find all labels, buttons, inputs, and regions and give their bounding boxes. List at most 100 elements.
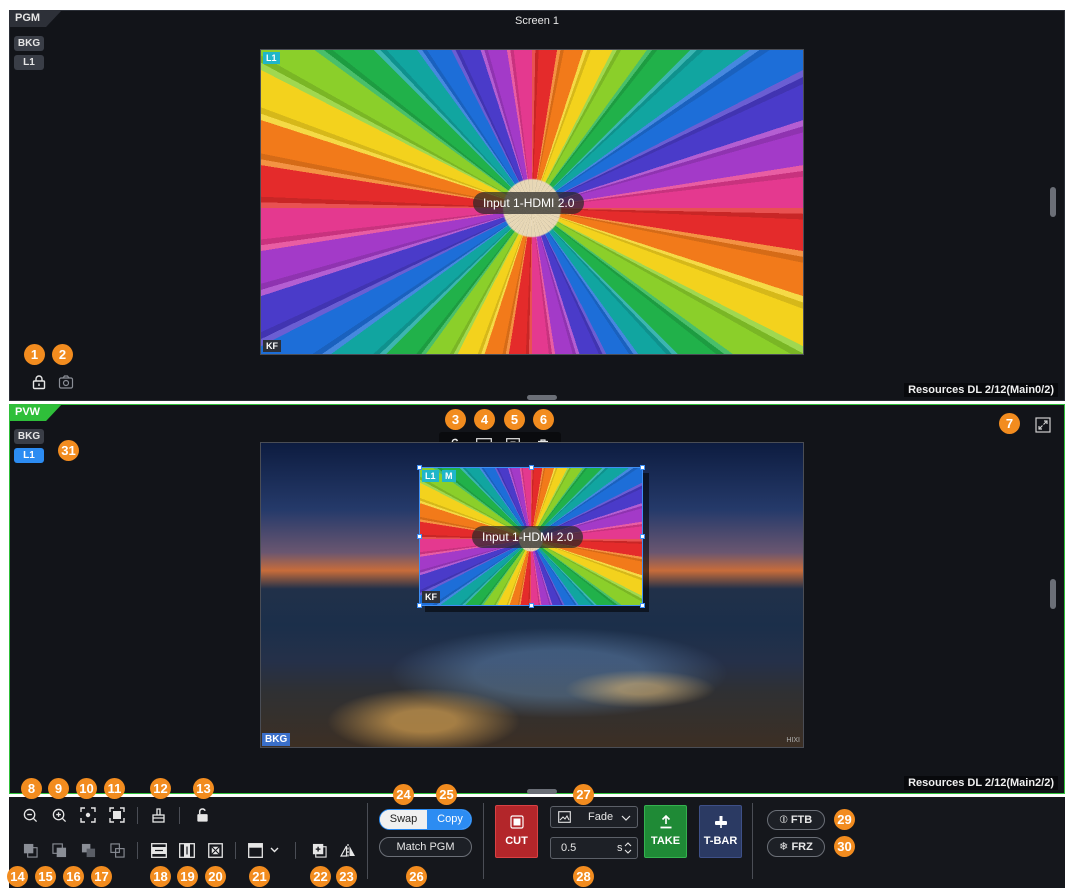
resize-handle[interactable] (417, 603, 422, 608)
callout-badge: 20 (205, 866, 226, 887)
clear-icon[interactable] (149, 806, 167, 824)
callout-badge: 22 (310, 866, 331, 887)
take-icon (660, 814, 671, 829)
callout-badge: 7 (999, 413, 1020, 434)
pvw-layer-window[interactable]: L1 M Input 1-HDMI 2.0 KF (417, 465, 645, 608)
resize-handle[interactable] (640, 534, 645, 539)
callout-badge: 5 (504, 409, 525, 430)
screen-title: Screen 1 (514, 15, 560, 27)
tbar-button[interactable]: T-BAR (699, 805, 742, 858)
frz-button[interactable]: ❄ FRZ (767, 837, 825, 857)
pvw-kf-tag: KF (422, 591, 440, 603)
resize-handle[interactable] (529, 603, 534, 608)
resize-handle[interactable] (417, 465, 422, 470)
match-pgm-button[interactable]: Match PGM (379, 837, 472, 857)
ftb-label: FTB (790, 814, 813, 826)
pvw-scrollbar[interactable] (1050, 579, 1056, 609)
pgm-canvas[interactable]: L1 Input 1-HDMI 2.0 KF (260, 49, 804, 355)
camera-icon[interactable] (56, 372, 76, 392)
pvw-source-label: Input 1-HDMI 2.0 (472, 526, 584, 548)
swap-button[interactable]: Swap (380, 810, 427, 829)
stepper-icon[interactable] (624, 841, 632, 855)
pvw-bkg-tag: BKG (262, 733, 291, 746)
resize-handle[interactable] (640, 465, 645, 470)
pvw-background-image (261, 593, 803, 747)
transition-select[interactable]: Fade (550, 806, 638, 828)
pgm-layer-bkg[interactable]: BKG (14, 36, 44, 51)
bring-to-front-icon[interactable] (21, 841, 39, 859)
pvw-resources: Resources DL 2/12(Main2/2) (904, 776, 1058, 790)
pvw-layer-bkg[interactable]: BKG (14, 429, 44, 444)
pvw-tag: PVW (9, 404, 62, 421)
resize-handle[interactable] (417, 534, 422, 539)
callout-badge: 18 (150, 866, 171, 887)
send-backward-icon[interactable] (108, 841, 126, 859)
callout-badge: 3 (445, 409, 466, 430)
snowflake-icon: ❄ (779, 841, 789, 853)
callout-badge: 14 (7, 866, 28, 887)
cut-label: CUT (505, 835, 528, 847)
callout-badge: 12 (150, 778, 171, 799)
fullscreen-icon[interactable] (108, 806, 126, 824)
callout-badge: 13 (193, 778, 214, 799)
pgm-kf-tag: KF (263, 340, 281, 352)
callout-badge: 11 (104, 778, 125, 799)
callout-badge: 16 (63, 866, 84, 887)
toolbar-separator (179, 807, 180, 824)
pgm-resources: Resources DL 2/12(Main0/2) (904, 383, 1058, 397)
callout-badge: 21 (249, 866, 270, 887)
pgm-layer-tag: L1 (263, 52, 280, 64)
tbar-icon (714, 816, 727, 828)
fit-icon[interactable] (79, 806, 97, 824)
callout-badge: 24 (393, 784, 414, 805)
ftb-button[interactable]: ⦶ FTB (767, 810, 825, 830)
toolbar-separator (295, 842, 296, 859)
cut-button[interactable]: CUT (495, 805, 538, 858)
pvw-canvas[interactable]: L1 M Input 1-HDMI 2.0 KF BKG HIXI (260, 442, 804, 748)
resize-handle[interactable] (640, 603, 645, 608)
take-label: TAKE (650, 835, 681, 847)
toolbar-separator (235, 842, 236, 859)
add-layer-icon[interactable] (310, 841, 328, 859)
window-template-dropdown[interactable] (247, 841, 281, 859)
panel-splitter-top[interactable] (527, 395, 557, 400)
flip-icon[interactable] (339, 841, 357, 859)
resize-handle[interactable] (529, 465, 534, 470)
callout-badge: 8 (21, 778, 42, 799)
callout-badge: 31 (58, 440, 79, 461)
callout-badge: 29 (834, 809, 855, 830)
send-to-back-icon[interactable] (50, 841, 68, 859)
fit-vertical-icon[interactable] (178, 841, 196, 859)
callout-badge: 1 (24, 344, 45, 365)
copy-button[interactable]: Copy (427, 810, 471, 829)
duration-field[interactable]: 0.5 s (550, 837, 638, 859)
callout-badge: 27 (573, 784, 594, 805)
section-separator (367, 803, 368, 879)
toolbar-separator (137, 807, 138, 824)
fill-screen-icon[interactable] (206, 841, 224, 859)
pvw-layer-l1[interactable]: L1 (14, 448, 44, 463)
bring-forward-icon[interactable] (79, 841, 97, 859)
callout-badge: 23 (336, 866, 357, 887)
callout-badge: 9 (48, 778, 69, 799)
take-button[interactable]: TAKE (644, 805, 687, 858)
callout-badge: 30 (834, 836, 855, 857)
fit-horizontal-icon[interactable] (150, 841, 168, 859)
section-separator (483, 803, 484, 879)
zoom-in-icon[interactable] (50, 806, 68, 824)
panel-splitter-bottom[interactable] (527, 789, 557, 794)
callout-badge: 15 (35, 866, 56, 887)
pgm-scrollbar[interactable] (1050, 187, 1056, 217)
zoom-out-icon[interactable] (21, 806, 39, 824)
unlock-all-icon[interactable] (193, 806, 211, 824)
callout-badge: 19 (177, 866, 198, 887)
expand-icon[interactable] (1033, 415, 1053, 435)
callout-badge: 26 (406, 866, 427, 887)
lock-icon[interactable] (29, 372, 49, 392)
callout-badge: 4 (474, 409, 495, 430)
pvw-corner-text: HIXI (786, 737, 800, 744)
pgm-layer-l1[interactable]: L1 (14, 55, 44, 70)
callout-badge: 10 (76, 778, 97, 799)
pgm-panel: PGM Screen 1 BKG L1 L1 Input 1-HDMI 2.0 … (9, 10, 1065, 401)
ftb-icon: ⦶ (779, 814, 788, 826)
